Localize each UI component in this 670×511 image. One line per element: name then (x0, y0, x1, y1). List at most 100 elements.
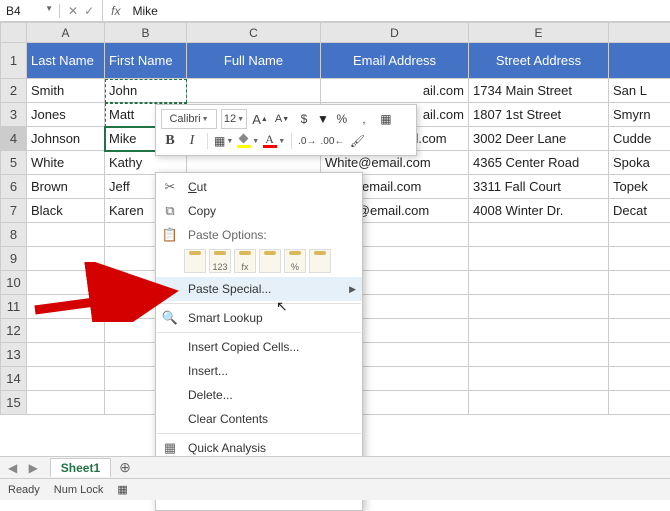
menu-delete[interactable]: Delete... (156, 383, 362, 407)
cell[interactable]: Street Address (469, 43, 609, 79)
font-color-icon[interactable]: ▼ (263, 131, 285, 151)
row-header[interactable]: 12 (1, 319, 27, 343)
cell[interactable]: Email Address (321, 43, 469, 79)
cell[interactable]: Cudde (609, 127, 670, 151)
sheet-nav-icon[interactable]: ◀ ▶ (0, 461, 50, 475)
paste-transpose-icon[interactable] (259, 249, 281, 273)
cell[interactable]: Smith (27, 79, 105, 103)
cell[interactable]: Decat (609, 199, 670, 223)
row-header[interactable]: 13 (1, 343, 27, 367)
bold-icon[interactable]: B (161, 131, 179, 151)
col-header[interactable] (609, 23, 670, 43)
paste-formatting-icon[interactable]: % (284, 249, 306, 273)
status-bar: Ready Num Lock ▦ (0, 478, 670, 500)
cell[interactable]: 4365 Center Road (469, 151, 609, 175)
macro-record-icon[interactable]: ▦ (117, 483, 127, 496)
cell[interactable]: Brown (27, 175, 105, 199)
paste-all-icon[interactable] (184, 249, 206, 273)
fill-color-icon[interactable]: ▼ (237, 131, 259, 151)
format-painter-icon[interactable]: 🖌 (348, 131, 366, 151)
add-sheet-icon[interactable]: ⊕ (111, 459, 139, 476)
menu-insert[interactable]: Insert... (156, 359, 362, 383)
copy-icon: ⧉ (160, 203, 180, 219)
cell[interactable]: 1807 1st Street (469, 103, 609, 127)
cell[interactable]: Smyrn (609, 103, 670, 127)
select-all-corner[interactable] (1, 23, 27, 43)
paste-link-icon[interactable] (309, 249, 331, 273)
row-header[interactable]: 10 (1, 271, 27, 295)
increase-decimal-icon[interactable]: .0→ (298, 131, 316, 151)
italic-icon[interactable]: I (183, 131, 201, 151)
row-header[interactable]: 1 (1, 43, 27, 79)
cell[interactable] (187, 79, 321, 103)
decrease-font-icon[interactable]: A▼ (273, 109, 291, 129)
row-header[interactable]: 6 (1, 175, 27, 199)
fx-icon[interactable]: fx (103, 4, 128, 18)
mini-toolbar: Calibri▼ 12▼ A▲ A▼ $ ▼ % , ▦ B I ▦▼ ▼ ▼ .… (155, 104, 417, 156)
cell[interactable]: 4008 Winter Dr. (469, 199, 609, 223)
enter-icon: ✓ (84, 4, 94, 18)
row-header[interactable]: 14 (1, 367, 27, 391)
comma-icon[interactable]: , (355, 109, 373, 129)
scissors-icon: ✂ (160, 179, 180, 195)
menu-smart-lookup[interactable]: 🔍 Smart Lookup (156, 306, 362, 330)
cell[interactable] (609, 43, 670, 79)
chevron-down-icon[interactable]: ▼ (45, 4, 53, 13)
row-header[interactable]: 4 (1, 127, 27, 151)
font-size-dropdown[interactable]: 12▼ (221, 109, 247, 129)
col-header[interactable]: B (105, 23, 187, 43)
cell[interactable]: White (27, 151, 105, 175)
col-header[interactable]: C (187, 23, 321, 43)
formula-bar-value[interactable]: Mike (128, 4, 157, 18)
cell[interactable]: Full Name (187, 43, 321, 79)
row-header[interactable]: 11 (1, 295, 27, 319)
cell[interactable]: Last Name (27, 43, 105, 79)
chevron-down-icon[interactable]: ▼ (317, 112, 329, 126)
menu-copy[interactable]: ⧉ Copy (156, 199, 362, 223)
cell[interactable]: 3002 Deer Lane (469, 127, 609, 151)
menu-insert-copied[interactable]: Insert Copied Cells... (156, 335, 362, 359)
name-box[interactable]: B4 ▼ (0, 4, 60, 18)
cell[interactable]: ail.com (321, 79, 469, 103)
borders-icon[interactable]: ▦▼ (214, 131, 233, 151)
cell[interactable]: John (105, 79, 187, 103)
cancel-icon: ✕ (68, 4, 78, 18)
font-name-dropdown[interactable]: Calibri▼ (161, 109, 217, 129)
menu-paste-options-label: 📋 Paste Options: (156, 223, 362, 247)
table-format-icon[interactable]: ▦ (377, 109, 395, 129)
col-header[interactable]: E (469, 23, 609, 43)
search-icon: 🔍 (160, 310, 180, 326)
row-header[interactable]: 7 (1, 199, 27, 223)
decrease-decimal-icon[interactable]: .00← (321, 131, 345, 151)
row-header[interactable]: 5 (1, 151, 27, 175)
increase-font-icon[interactable]: A▲ (251, 109, 269, 129)
cell[interactable]: San L (609, 79, 670, 103)
clipboard-icon: 📋 (160, 227, 180, 243)
name-box-value: B4 (6, 4, 21, 18)
row-header[interactable]: 8 (1, 223, 27, 247)
cell[interactable]: Johnson (27, 127, 105, 151)
cell[interactable]: Spoka (609, 151, 670, 175)
cell[interactable]: First Name (105, 43, 187, 79)
cell[interactable]: Black (27, 199, 105, 223)
row-header[interactable]: 2 (1, 79, 27, 103)
sheet-tab[interactable]: Sheet1 (50, 458, 111, 477)
cell[interactable]: Jones (27, 103, 105, 127)
cell[interactable]: Topek (609, 175, 670, 199)
menu-clear-contents[interactable]: Clear Contents (156, 407, 362, 431)
row-header[interactable]: 15 (1, 391, 27, 415)
status-ready: Ready (8, 484, 40, 496)
percent-icon[interactable]: % (333, 109, 351, 129)
menu-paste-special[interactable]: Paste Special... ▶ (156, 277, 362, 301)
row-header[interactable]: 3 (1, 103, 27, 127)
cell[interactable]: 1734 Main Street (469, 79, 609, 103)
col-header[interactable]: A (27, 23, 105, 43)
paste-formulas-icon[interactable]: fx (234, 249, 256, 273)
menu-cut[interactable]: ✂ CuCutt (156, 175, 362, 199)
cell[interactable]: 3311 Fall Court (469, 175, 609, 199)
quick-analysis-icon: ▦ (160, 440, 180, 456)
currency-icon[interactable]: $ (295, 109, 313, 129)
paste-values-icon[interactable]: 123 (209, 249, 231, 273)
row-header[interactable]: 9 (1, 247, 27, 271)
col-header[interactable]: D (321, 23, 469, 43)
